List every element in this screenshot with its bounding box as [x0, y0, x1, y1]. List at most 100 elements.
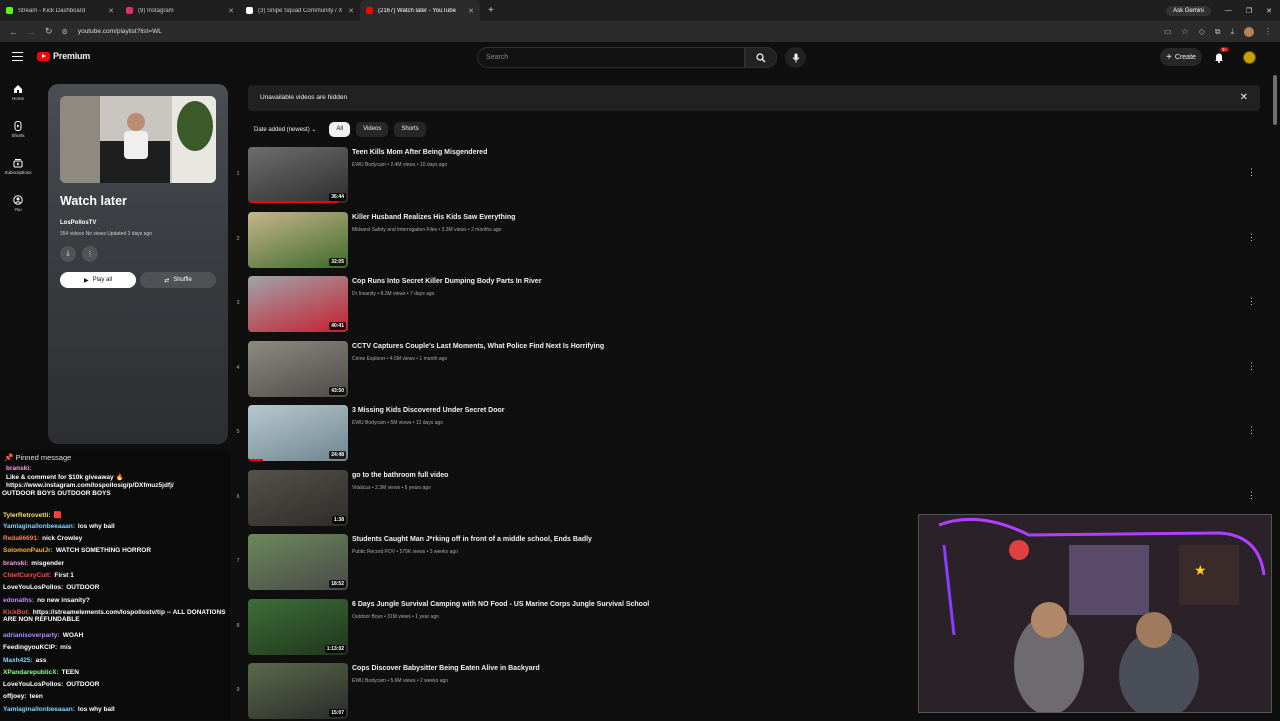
chip-shorts[interactable]: Shorts — [394, 122, 426, 137]
close-window-icon[interactable]: ✕ — [1266, 7, 1272, 15]
video-title[interactable]: Students Caught Man J*rking off in front… — [352, 536, 592, 543]
video-thumbnail[interactable]: 40:41 — [248, 276, 348, 332]
video-menu-button[interactable]: ⋮ — [1247, 362, 1256, 371]
video-title[interactable]: 3 Missing Kids Discovered Under Secret D… — [352, 407, 505, 414]
chat-username[interactable]: adrianisoverparty: — [3, 632, 60, 639]
download-button[interactable]: ⤓ — [60, 246, 76, 262]
playlist-thumbnail[interactable] — [60, 96, 216, 183]
video-title[interactable]: go to the bathroom full video — [352, 472, 448, 479]
playlist-video-row[interactable]: 5 24:48 3 Missing Kids Discovered Under Se… — [233, 405, 1263, 463]
video-channel[interactable]: Dr Insanity — [352, 291, 376, 297]
video-thumbnail[interactable]: 1:13:02 — [248, 599, 348, 655]
chat-username[interactable]: KickBot: — [3, 609, 30, 616]
reload-icon[interactable]: ↻ — [45, 26, 53, 37]
chat-username[interactable]: Maxh425: — [3, 657, 33, 664]
sort-dropdown[interactable]: Date added (newest) ⌄ — [248, 122, 323, 137]
browser-tab[interactable]: (3) Snipe Squad Community / X ✕ — [240, 0, 360, 21]
playlist-video-row[interactable]: 3 40:41 Cop Runs Into Secret Killer Dumpin… — [233, 276, 1263, 334]
video-channel[interactable]: Midwest Safety and Interrogation Files — [352, 227, 437, 233]
chat-username[interactable]: SolomonPaulJr: — [3, 547, 53, 554]
guide-item-subscriptions[interactable]: Subscriptions — [0, 148, 36, 185]
video-thumbnail[interactable]: 15:07 — [248, 663, 348, 719]
back-icon[interactable]: ← — [9, 27, 18, 37]
video-menu-button[interactable]: ⋮ — [1247, 491, 1256, 500]
video-thumbnail[interactable]: 36:44 — [248, 147, 348, 203]
search-button[interactable] — [745, 47, 777, 68]
video-channel[interactable]: EWU Bodycam — [352, 162, 386, 168]
chip-all[interactable]: All — [329, 122, 351, 137]
playlist-video-row[interactable]: 4 43:50 CCTV Captures Couple's Last Moment… — [233, 341, 1263, 399]
search-input[interactable]: Search — [477, 47, 745, 68]
more-actions-button[interactable]: ⋮ — [82, 246, 98, 262]
close-tab-icon[interactable]: ✕ — [108, 7, 114, 15]
video-title[interactable]: Teen Kills Mom After Being Misgendered — [352, 149, 487, 156]
create-button[interactable]: + Create — [1160, 48, 1202, 66]
minimize-icon[interactable]: — — [1225, 7, 1232, 14]
video-menu-button[interactable]: ⋮ — [1247, 426, 1256, 435]
playlist-video-row[interactable]: 1 36:44 Teen Kills Mom After Being Misgend… — [233, 147, 1263, 205]
chat-username[interactable]: offjoey: — [3, 693, 26, 700]
chat-username[interactable]: LoveYouLosPollos: — [3, 681, 63, 688]
video-channel[interactable]: EWU Bodycam — [352, 420, 386, 426]
video-thumbnail[interactable]: 43:50 — [248, 341, 348, 397]
chat-username[interactable]: edonaths: — [3, 597, 34, 604]
video-title[interactable]: CCTV Captures Couple's Last Moments, Wha… — [352, 343, 604, 350]
video-title[interactable]: Killer Husband Realizes His Kids Saw Eve… — [352, 214, 515, 221]
guide-item-shorts[interactable]: Shorts — [0, 111, 36, 148]
guide-item-home[interactable]: Home — [0, 74, 36, 111]
profile-avatar[interactable] — [1244, 26, 1254, 37]
page-scrollbar-thumb[interactable] — [1273, 75, 1277, 125]
dismiss-banner-icon[interactable]: ✕ — [1240, 92, 1248, 103]
cast-icon[interactable]: ▭ — [1164, 27, 1172, 36]
playlist-owner[interactable]: LosPollosTV — [60, 220, 96, 226]
downloads-icon[interactable]: ⤓ — [1230, 27, 1234, 37]
chip-videos[interactable]: Videos — [356, 122, 389, 137]
notifications-button[interactable]: 9+ — [1214, 47, 1230, 68]
chat-username[interactable]: Yamlaginallonbeeaaan: — [3, 523, 75, 530]
video-thumbnail[interactable]: 32:05 — [248, 212, 348, 268]
chat-username[interactable]: LoveYouLosPollos: — [3, 584, 63, 591]
chat-username[interactable]: TylerRetrovetti: — [3, 512, 51, 519]
video-title[interactable]: Cop Runs Into Secret Killer Dumping Body… — [352, 278, 541, 285]
chat-username[interactable]: Reda66691: — [3, 535, 39, 542]
new-tab-button[interactable]: + — [488, 5, 494, 16]
account-avatar[interactable] — [1243, 51, 1256, 64]
playlist-video-row[interactable]: 2 32:05 Killer Husband Realizes His Kids S… — [233, 212, 1263, 270]
video-title[interactable]: 6 Days Jungle Survival Camping with NO F… — [352, 601, 649, 608]
chat-username[interactable]: FeedingyouKCIP: — [3, 644, 57, 651]
video-menu-button[interactable]: ⋮ — [1247, 297, 1256, 306]
video-channel[interactable]: Outdoor Boys — [352, 614, 383, 620]
play-all-button[interactable]: ▶ Play all — [60, 272, 136, 288]
shuffle-button[interactable]: ⇄ Shuffle — [140, 272, 216, 288]
restore-icon[interactable]: ❐ — [1246, 7, 1252, 15]
close-tab-icon[interactable]: ✕ — [348, 7, 354, 15]
voice-search-button[interactable] — [785, 47, 806, 68]
chat-username[interactable]: Yamlaginallonbeeaaan: — [3, 706, 75, 713]
chat-username[interactable]: XPandarepublicX: — [3, 669, 59, 676]
extensions-puzzle-icon[interactable]: ⧉ — [1215, 27, 1221, 37]
forward-icon[interactable]: → — [27, 27, 36, 37]
browser-tab[interactable]: (9) Instagram ✕ — [120, 0, 240, 21]
browser-tab[interactable]: (2167) Watch later - YouTube ✕ — [360, 0, 480, 21]
url-field[interactable]: youtube.com/playlist?list=WL — [78, 28, 162, 35]
ask-gemini-button[interactable]: Ask Gemini — [1166, 5, 1211, 16]
guide-item-you[interactable]: You — [0, 185, 36, 222]
video-channel[interactable]: Vitalicus — [352, 485, 371, 491]
video-title[interactable]: Cops Discover Babysitter Being Eaten Ali… — [352, 665, 540, 672]
video-thumbnail[interactable]: 1:38 — [248, 470, 348, 526]
browser-menu-icon[interactable]: ⋮ — [1264, 27, 1272, 36]
bookmark-star-icon[interactable]: ☆ — [1181, 27, 1188, 36]
chat-username[interactable]: branski: — [3, 560, 28, 567]
chat-username[interactable]: ChiefCurryCult: — [3, 572, 51, 579]
extension-icon[interactable]: ◇ — [1199, 27, 1205, 36]
video-channel[interactable]: EWU Bodycam — [352, 678, 386, 684]
youtube-logo[interactable]: Premium — [37, 51, 90, 61]
browser-tab[interactable]: Stream - Kick Dashboard ✕ — [0, 0, 120, 21]
video-thumbnail[interactable]: 24:48 — [248, 405, 348, 461]
video-menu-button[interactable]: ⋮ — [1247, 233, 1256, 242]
video-menu-button[interactable]: ⋮ — [1247, 168, 1256, 177]
close-tab-icon[interactable]: ✕ — [468, 7, 474, 15]
close-tab-icon[interactable]: ✕ — [228, 7, 234, 15]
video-channel[interactable]: Public Record POV — [352, 549, 395, 555]
video-thumbnail[interactable]: 18:52 — [248, 534, 348, 590]
